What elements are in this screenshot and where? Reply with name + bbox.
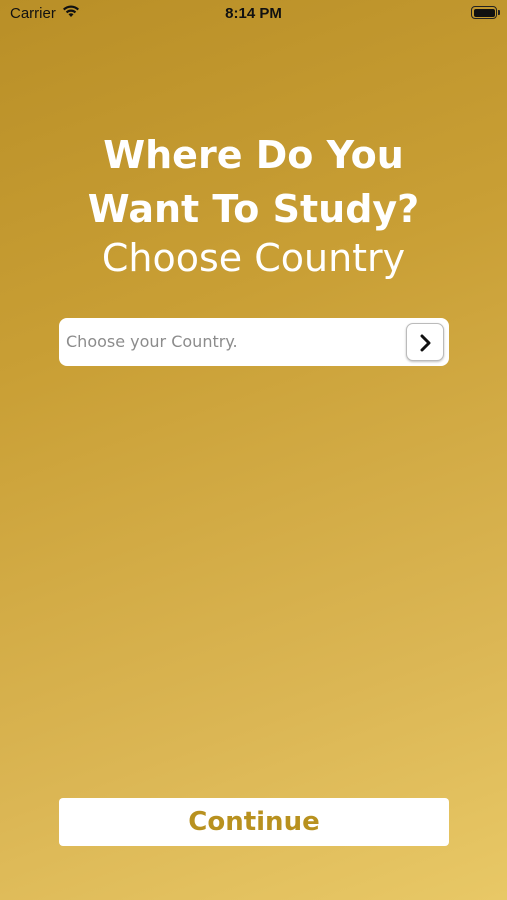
status-bar: Carrier 8:14 PM (0, 0, 507, 28)
battery-icon (471, 6, 500, 19)
title-line-1: Where Do You (103, 133, 404, 177)
country-placeholder: Choose your Country. (66, 332, 238, 351)
page-subtitle: Choose Country (101, 236, 406, 280)
continue-button[interactable]: Continue (59, 798, 449, 846)
chevron-right-icon (420, 334, 431, 352)
country-picker-button[interactable] (406, 323, 444, 361)
page-title: Where Do You Want To Study? (0, 128, 507, 236)
title-line-2: Want To Study? (87, 187, 420, 231)
status-time: 8:14 PM (225, 5, 282, 22)
country-picker-field[interactable]: Choose your Country. (59, 318, 449, 366)
